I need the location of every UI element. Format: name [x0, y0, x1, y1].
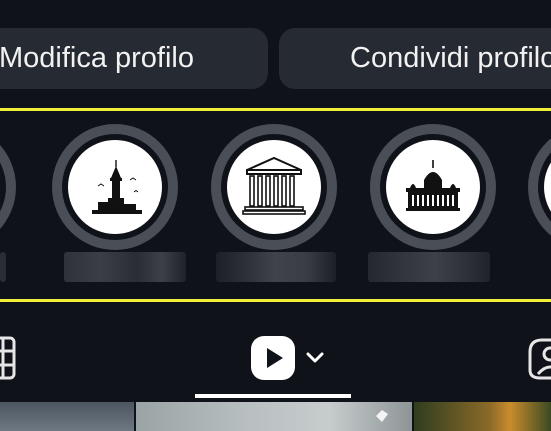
grid-icon [0, 336, 16, 380]
share-profile-button[interactable]: Condividi profilo [279, 28, 551, 89]
highlight-frame-top [0, 108, 551, 111]
profile-screen: Modifica profilo Condividi profilo [0, 0, 551, 431]
highlight-item[interactable] [370, 124, 496, 250]
tab-tagged[interactable] [528, 336, 551, 385]
highlight-item[interactable] [0, 124, 16, 250]
highlight-item[interactable] [52, 124, 178, 250]
highlight-caption [0, 252, 6, 282]
cathedral-icon [386, 140, 480, 234]
reel-thumbnail-mark [376, 410, 388, 422]
highlight-item[interactable] [528, 124, 551, 250]
active-tab-indicator [195, 394, 351, 398]
reels-play-icon [251, 336, 324, 380]
post-thumbnail[interactable] [414, 402, 551, 431]
post-thumbnail[interactable] [136, 402, 412, 431]
tagged-person-icon [528, 338, 551, 380]
highlight-caption [368, 252, 490, 282]
highlight-cover [544, 140, 551, 234]
edit-profile-button[interactable]: Modifica profilo [0, 28, 268, 89]
highlight-item[interactable] [211, 124, 337, 250]
edit-profile-label: Modifica profilo [0, 42, 194, 74]
share-profile-label: Condividi profilo [350, 42, 551, 74]
tab-grid[interactable] [0, 336, 16, 385]
highlight-caption [216, 252, 336, 282]
tab-reels[interactable] [251, 336, 331, 380]
highlight-frame-bottom [0, 299, 551, 302]
highlight-caption [64, 252, 186, 282]
post-thumbnail[interactable] [0, 402, 134, 431]
maidens-tower-icon [68, 140, 162, 234]
parthenon-icon [227, 140, 321, 234]
